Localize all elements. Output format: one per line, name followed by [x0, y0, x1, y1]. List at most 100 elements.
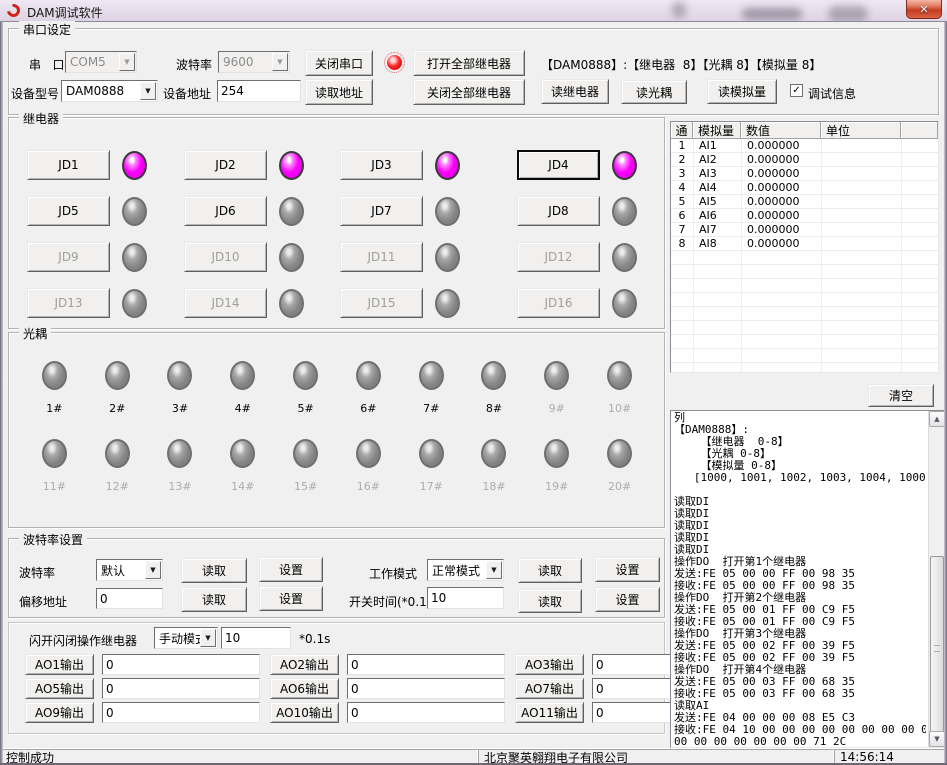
read-opto-button[interactable]: 读光耦: [621, 80, 687, 104]
open-all-relays-button[interactable]: 打开全部继电器: [413, 50, 525, 76]
flash-time-input[interactable]: [221, 627, 291, 649]
opto-label-5: 6#: [360, 402, 376, 415]
opto-label-6: 7#: [423, 402, 439, 415]
ao-output-input-9[interactable]: [347, 702, 505, 723]
debug-checkbox[interactable]: ✓: [790, 84, 803, 97]
close-port-button[interactable]: 关闭串口: [305, 50, 373, 76]
work-mode-set-button[interactable]: 设置: [595, 557, 660, 582]
relay-led-0: [122, 151, 147, 180]
analog-row-2: 3 AI3 0.000000: [671, 167, 938, 181]
relay-button-1[interactable]: JD2: [184, 150, 267, 180]
opto-led-11: [105, 439, 130, 468]
relay-cell-4: JD5: [27, 188, 184, 234]
work-mode-label: 工作模式: [369, 565, 417, 582]
switch-time-set-button[interactable]: 设置: [595, 587, 660, 612]
flash-time-unit-label: *0.1s: [299, 632, 330, 646]
work-mode-read-button[interactable]: 读取: [518, 558, 582, 583]
col-header-value[interactable]: 数值: [741, 122, 821, 139]
relay-button-13[interactable]: JD14: [184, 288, 267, 318]
dropdown-icon: ▼: [119, 53, 135, 71]
analog-cell-channel-5: 6: [671, 209, 693, 222]
ao-output-button-9[interactable]: AO10输出: [270, 702, 339, 723]
relay-button-3[interactable]: JD4: [517, 150, 600, 180]
relay-led-14: [435, 289, 460, 318]
relay-button-8[interactable]: JD9: [27, 242, 110, 272]
analog-cell-unit-6: [821, 223, 901, 236]
baud-read-button[interactable]: 读取: [181, 558, 247, 583]
relay-button-14[interactable]: JD15: [340, 288, 423, 318]
clear-log-button[interactable]: 清空: [868, 384, 934, 407]
relay-button-11[interactable]: JD12: [517, 242, 600, 272]
ao-output-input-0[interactable]: [102, 654, 260, 675]
analog-cell-unit-2: [821, 167, 901, 180]
baudrate-select[interactable]: 9600 ▼: [218, 51, 290, 73]
relay-led-12: [122, 289, 147, 318]
relay-cell-3: JD4: [517, 142, 649, 188]
relay-cell-11: JD12: [517, 234, 649, 280]
read-analog-button[interactable]: 读模拟量: [707, 79, 777, 104]
ao-output-button-8[interactable]: AO9输出: [25, 702, 94, 723]
analog-cell-unit-7: [821, 237, 901, 250]
relay-button-9[interactable]: JD10: [184, 242, 267, 272]
switch-time-read-button[interactable]: 读取: [518, 589, 582, 613]
ao-output-button-1[interactable]: AO2输出: [270, 654, 339, 675]
offset-set-button[interactable]: 设置: [259, 586, 323, 611]
ao-output-button-5[interactable]: AO6输出: [270, 678, 339, 699]
relay-led-15: [612, 289, 637, 318]
flash-mode-select[interactable]: 手动模式 ▼: [154, 627, 218, 649]
opto-led-18: [544, 439, 569, 468]
read-addr-button[interactable]: 读取地址: [305, 79, 373, 105]
scrollbar-thumb[interactable]: [930, 556, 944, 739]
scroll-down-button[interactable]: ▼: [929, 731, 945, 747]
ao-output-button-4[interactable]: AO5输出: [25, 678, 94, 699]
ao-output-button-0[interactable]: AO1输出: [25, 654, 94, 675]
offset-addr-input[interactable]: [96, 588, 163, 609]
offset-read-button[interactable]: 读取: [181, 587, 247, 612]
ao-output-button-2[interactable]: AO3输出: [515, 654, 584, 675]
close-all-relays-button[interactable]: 关闭全部继电器: [413, 79, 525, 105]
port-select[interactable]: COM5 ▼: [65, 51, 137, 73]
relay-button-15[interactable]: JD16: [517, 288, 600, 318]
relay-button-12[interactable]: JD13: [27, 288, 110, 318]
baud-set-button[interactable]: 设置: [259, 557, 323, 582]
switch-time-input[interactable]: [427, 587, 504, 609]
baud-select[interactable]: 默认 ▼: [96, 559, 163, 581]
ao-output-input-1[interactable]: [347, 654, 505, 675]
col-header-unit[interactable]: 单位: [821, 122, 901, 139]
analog-cell-name-0: AI1: [693, 139, 741, 152]
opto-item-13: 14#: [230, 439, 255, 493]
work-mode-select[interactable]: 正常模式 ▼: [427, 559, 504, 581]
close-button[interactable]: ✕: [906, 0, 942, 19]
col-header-channel[interactable]: 通: [671, 122, 693, 139]
analog-row-7: 8 AI8 0.000000: [671, 237, 938, 251]
device-addr-input[interactable]: [217, 80, 301, 102]
relay-button-6[interactable]: JD7: [340, 196, 423, 226]
relay-grid: JD1 JD2 JD3 JD4 JD5: [27, 142, 657, 326]
relay-button-5[interactable]: JD6: [184, 196, 267, 226]
opto-led-2: [167, 361, 192, 390]
col-header-analog[interactable]: 模拟量: [693, 122, 741, 139]
relay-cell-12: JD13: [27, 280, 184, 326]
opto-label-9: 10#: [608, 402, 631, 415]
analog-cell-name-6: AI7: [693, 223, 741, 236]
opto-item-11: 12#: [105, 439, 130, 493]
ao-output-button-6[interactable]: AO7输出: [515, 678, 584, 699]
log-text[interactable]: 列 【DAM0888】: 【继电器 0-8】 【光耦 0-8】 【模拟量 0-8…: [674, 412, 926, 747]
relay-button-2[interactable]: JD3: [340, 150, 423, 180]
analog-cell-channel-1: 2: [671, 153, 693, 166]
opto-led-6: [419, 361, 444, 390]
scroll-up-button[interactable]: ▲: [929, 411, 945, 427]
ao-output-input-8[interactable]: [102, 702, 260, 723]
relay-button-0[interactable]: JD1: [27, 150, 110, 180]
opto-label-13: 14#: [231, 480, 254, 493]
read-relay-button[interactable]: 读继电器: [541, 79, 609, 104]
analog-cell-unit-5: [821, 209, 901, 222]
ao-output-button-10[interactable]: AO11输出: [515, 702, 584, 723]
ao-output-input-4[interactable]: [102, 678, 260, 699]
ao-output-input-5[interactable]: [347, 678, 505, 699]
relay-button-4[interactable]: JD5: [27, 196, 110, 226]
log-scrollbar[interactable]: ▲ ▼: [928, 411, 945, 747]
device-model-select[interactable]: DAM0888 ▼: [61, 80, 158, 102]
relay-button-7[interactable]: JD8: [517, 196, 600, 226]
relay-button-10[interactable]: JD11: [340, 242, 423, 272]
